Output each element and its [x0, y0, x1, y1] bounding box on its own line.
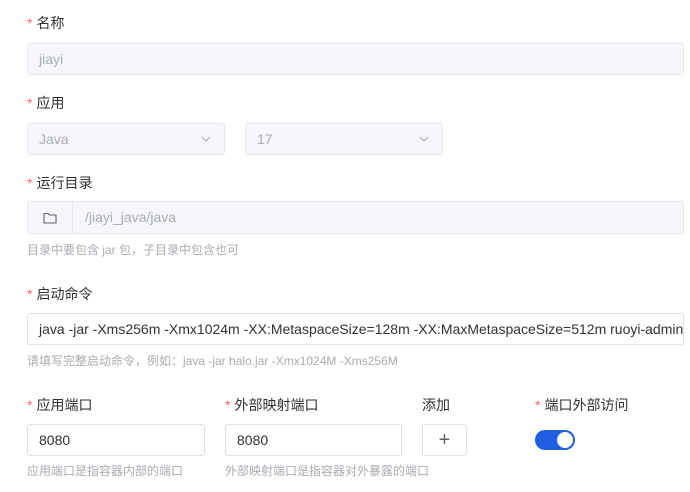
app-port-label: * 应用端口 [27, 397, 93, 413]
plus-icon: + [438, 429, 451, 451]
ext-access-switch[interactable] [535, 430, 575, 450]
ext-port-hint: 外部映射端口是指容器对外暴露的端口 [225, 464, 430, 478]
switch-knob [557, 432, 573, 448]
add-port-button[interactable]: + [422, 424, 467, 456]
name-label: * 名称 [27, 15, 65, 31]
app-port-input[interactable]: 8080 [27, 424, 205, 456]
folder-icon [43, 212, 57, 224]
app-port-hint: 应用端口是指容器内部的端口 [27, 464, 184, 478]
runtime-select-value: Java [39, 131, 69, 147]
runtime-select[interactable]: Java [27, 123, 225, 155]
version-select[interactable]: 17 [245, 123, 443, 155]
ext-port-label: * 外部映射端口 [225, 397, 319, 413]
name-input[interactable]: jiayi [27, 43, 684, 75]
run-dir-input[interactable]: /jiayi_java/java [85, 202, 176, 233]
run-dir-label: * 运行目录 [27, 175, 93, 191]
ext-access-label: * 端口外部访问 [535, 397, 629, 413]
start-cmd-label: * 启动命令 [27, 286, 93, 302]
folder-select-button[interactable] [28, 202, 73, 233]
add-label: 添加 [422, 397, 450, 413]
run-dir-field[interactable]: /jiayi_java/java [27, 201, 684, 234]
chevron-down-icon [419, 136, 429, 142]
ext-port-input[interactable]: 8080 [225, 424, 402, 456]
app-label: * 应用 [27, 95, 65, 111]
start-cmd-hint: 请填写完整启动命令，例如：java -jar halo.jar -Xmx1024… [27, 354, 398, 368]
run-dir-hint: 目录中要包含 jar 包，子目录中包含也可 [27, 243, 240, 257]
chevron-down-icon [201, 136, 211, 142]
start-cmd-input[interactable]: java -jar -Xms256m -Xmx1024m -XX:Metaspa… [27, 313, 684, 345]
version-select-value: 17 [257, 131, 273, 147]
